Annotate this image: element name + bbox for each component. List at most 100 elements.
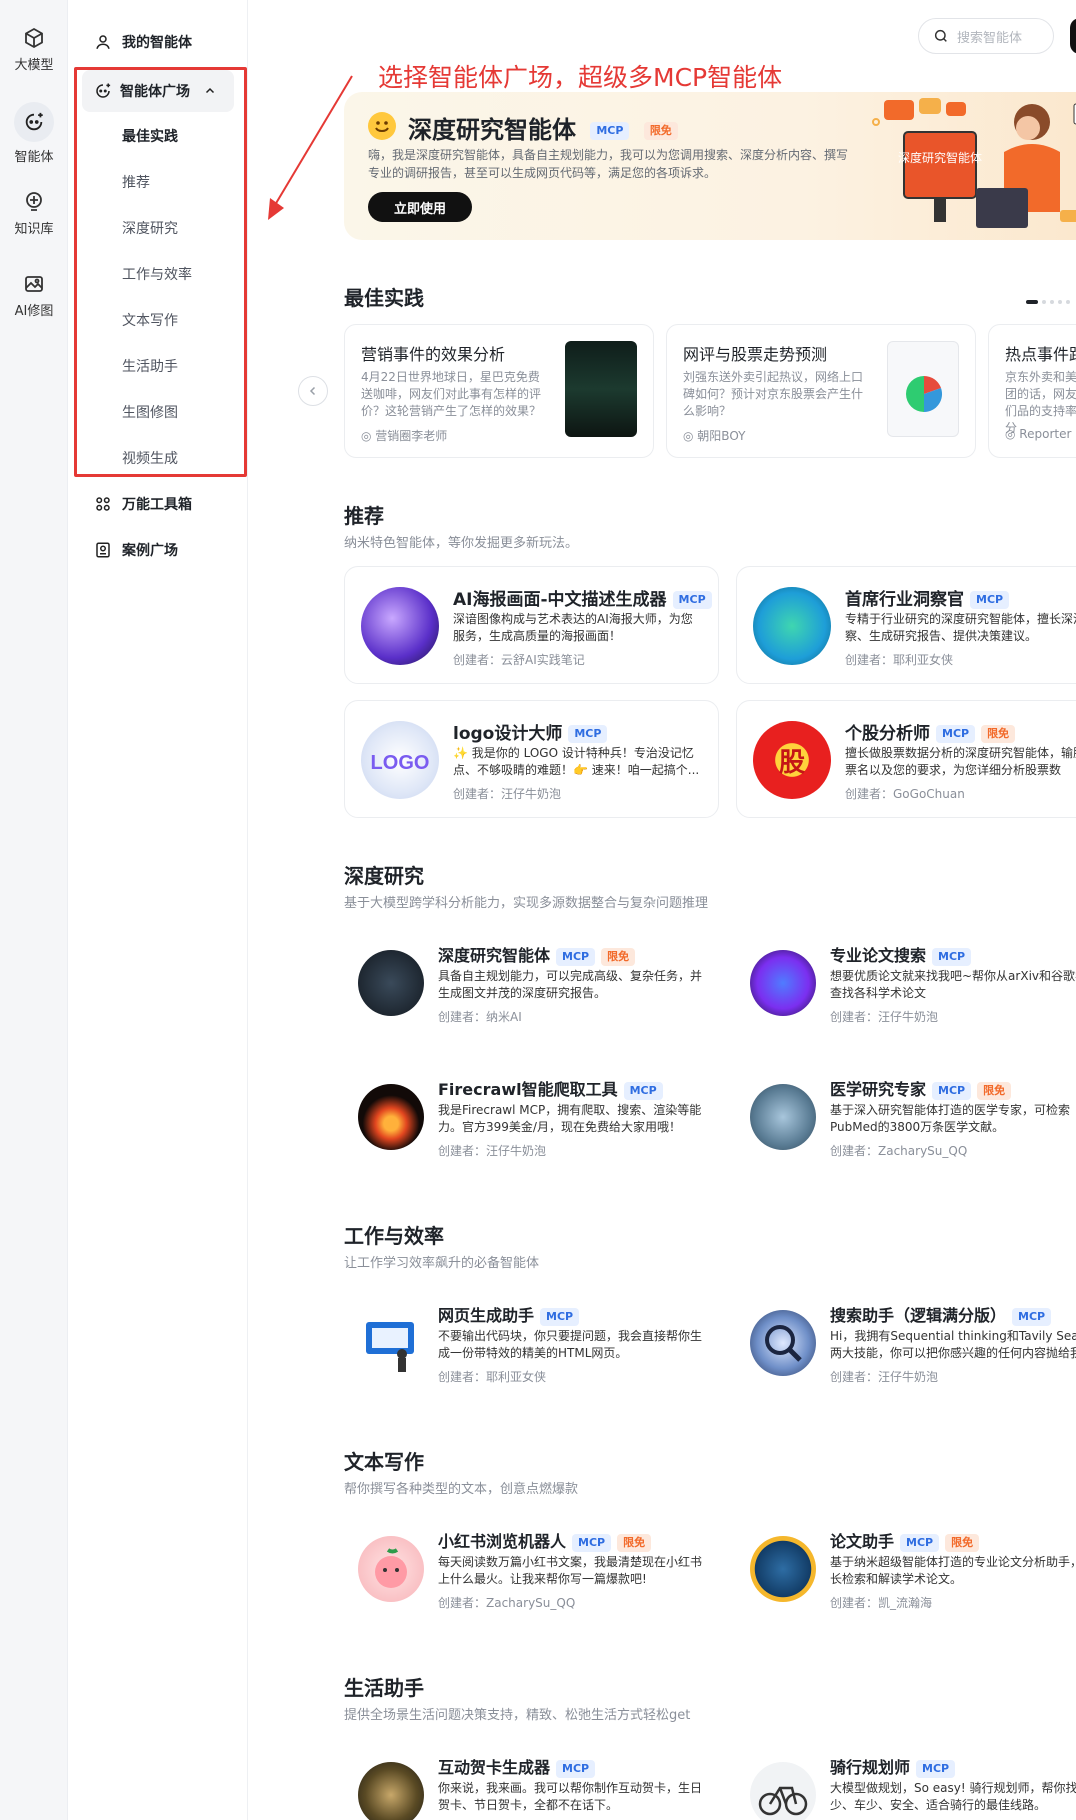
- card-author: 创建者：汪仔牛奶泡: [453, 787, 562, 801]
- card-title: 营销事件的效果分析: [361, 345, 506, 364]
- card-title: 首席行业洞察官 MCP: [845, 585, 1010, 610]
- card-description: 你来说，我来画。我可以帮你制作互动贺卡，生日贺卡、节日贺卡，全都不在话下。: [438, 1781, 703, 1812]
- sidebar-item-my-agents[interactable]: 我的智能体: [94, 32, 192, 52]
- presentation-icon: [366, 1322, 414, 1372]
- card-description: 基于纳米超级智能体打造的专业论文分析助手，擅长检索和解读学术论文。: [830, 1555, 1076, 1586]
- card-author-name: Reporter: [1019, 427, 1072, 441]
- best-practice-card[interactable]: 营销事件的效果分析 4月22日世界地球日，星巴克免费送咖啡，网友们对此事有怎样的…: [344, 324, 654, 458]
- search-icon: [934, 29, 947, 42]
- card-avatar: [358, 1310, 424, 1376]
- free-badge: 限免: [977, 1081, 1012, 1100]
- agent-card[interactable]: 互动贺卡生成器 MCP 你来说，我来画。我可以帮你制作互动贺卡，生日贺卡、节日贺卡…: [344, 1742, 719, 1820]
- card-description: 不要输出代码块，你只要提问题，我会直接帮你生成一份带特效的精美的HTML网页。: [438, 1329, 703, 1360]
- search-input[interactable]: 搜索智能体: [918, 18, 1054, 54]
- mcp-badge: MCP: [572, 1533, 612, 1552]
- agent-card[interactable]: 网页生成助手 MCP 不要输出代码块，你只要提问题，我会直接帮你生成一份带特效的精…: [344, 1290, 719, 1408]
- best-practice-card[interactable]: 网评与股票走势预测 刘强东送外卖引起热议，网络上口碑如何？预计对京东股票会产生什…: [666, 324, 976, 458]
- agent-card[interactable]: LOGO logo设计大师 MCP ✨ 我是你的 LOGO 设计特种兵！专治没记忆…: [344, 700, 719, 818]
- rail-item-agent[interactable]: 智能体: [0, 102, 68, 165]
- card-author: 创建者：耶利亚女侠: [438, 1370, 547, 1384]
- card-title-text: 论文助手: [830, 1532, 895, 1551]
- pie-chart-icon: [906, 375, 943, 413]
- bicycle-icon: [758, 1786, 808, 1816]
- section-title-best-practice: 最佳实践: [344, 286, 424, 310]
- card-title-text: 首席行业洞察官: [845, 590, 964, 610]
- mcp-badge: MCP: [590, 122, 630, 140]
- agent-card[interactable]: 医学研究专家 MCP 限免 基于深入研究智能体打造的医学专家，可检索PubMed的3…: [736, 1064, 1076, 1182]
- carousel-dots[interactable]: [1026, 300, 1070, 304]
- mcp-badge: MCP: [568, 725, 608, 743]
- section-title-deep-research: 深度研究: [344, 864, 424, 888]
- card-avatar: [750, 1762, 816, 1820]
- carousel-prev-button[interactable]: [298, 376, 328, 406]
- free-badge: 限免: [643, 122, 678, 140]
- card-title: 骑行规划师 MCP: [830, 1754, 956, 1778]
- mcp-badge: MCP: [932, 947, 972, 966]
- card-avatar: [358, 1536, 424, 1602]
- agent-card[interactable]: 搜索助手（逻辑满分版） MCP Hi，我拥有Sequential thinking…: [736, 1290, 1076, 1408]
- card-title-text: logo设计大师: [453, 724, 563, 744]
- rail-label: 智能体: [14, 150, 54, 165]
- card-avatar: [750, 1536, 816, 1602]
- card-description: 大模型做规划，So easy! 骑行规划师，帮你找少、车少、安全、适合骑行的最佳…: [830, 1781, 1076, 1812]
- card-avatar: [750, 950, 816, 1016]
- user-avatar-button[interactable]: [1070, 18, 1076, 54]
- section-title-recommend: 推荐: [344, 504, 384, 528]
- card-description: 具备自主规划能力，可以完成高级、复杂任务，并生成图文并茂的深度研究报告。: [438, 969, 703, 1000]
- rail-item-image-edit[interactable]: AI修图: [0, 272, 68, 319]
- card-avatar: [361, 587, 439, 665]
- rail-item-model[interactable]: 大模型: [0, 26, 68, 73]
- card-title-text: 个股分析师: [845, 724, 930, 744]
- agent-card[interactable]: 骑行规划师 MCP 大模型做规划，So easy! 骑行规划师，帮你找少、车少、安…: [736, 1742, 1076, 1820]
- card-thumbnail: [887, 341, 959, 437]
- card-title: Firecrawl智能爬取工具 MCP: [438, 1076, 663, 1100]
- sidebar-item-toolbox[interactable]: 万能工具箱: [94, 494, 192, 514]
- card-description: 擅长做股票数据分析的深度研究智能体，输股票名以及您的要求，为您详细分析股票数: [845, 746, 1076, 777]
- card-title: 论文助手 MCP 限免: [830, 1528, 980, 1552]
- agent-card[interactable]: 小红书浏览机器人 MCP 限免 每天阅读数万篇小红书文案，我最清楚现在小红书上什么最…: [344, 1516, 719, 1634]
- section-title-life: 生活助手: [344, 1676, 424, 1700]
- section-subtitle: 让工作学习效率飙升的必备智能体: [344, 1256, 540, 1271]
- sidebar-item-cases[interactable]: 案例广场: [94, 540, 178, 560]
- card-avatar: [750, 1084, 816, 1150]
- card-description: ✨ 我是你的 LOGO 设计特种兵！专治没记忆点、不够吸睛的难题！👉 速来！咱一…: [453, 746, 700, 777]
- agent-icon: [14, 102, 54, 142]
- mcp-badge: MCP: [932, 1081, 972, 1100]
- card-title: 深度研究智能体 MCP 限免: [438, 942, 636, 966]
- card-author: 创建者：凯_流瀚海: [830, 1596, 933, 1610]
- mcp-badge: MCP: [970, 591, 1010, 609]
- card-author: ◎ Reporter: [1005, 427, 1072, 441]
- agent-card[interactable]: Firecrawl智能爬取工具 MCP 我是Firecrawl MCP，拥有爬取、…: [344, 1064, 719, 1182]
- card-title-text: Firecrawl智能爬取工具: [438, 1080, 618, 1099]
- svg-text:股: 股: [779, 747, 805, 777]
- agent-card[interactable]: 股 个股分析师 MCP 限免 擅长做股票数据分析的深度研究智能体，输股票名以及您的要…: [736, 700, 1076, 818]
- agent-card[interactable]: 深度研究智能体 MCP 限免 具备自主规划能力，可以完成高级、复杂任务，并生成图文并…: [344, 930, 719, 1048]
- card-title: 网评与股票走势预测: [683, 345, 828, 364]
- card-title-text: 深度研究智能体: [438, 946, 551, 965]
- mcp-badge: MCP: [1012, 1307, 1052, 1326]
- card-author: 创建者：汪仔牛奶泡: [830, 1010, 939, 1024]
- best-practice-card[interactable]: 热点事件跟踪 京东外卖和美团的话，网友们品的支持率分 ◎ Reporter: [988, 324, 1076, 458]
- card-title: 互动贺卡生成器 MCP: [438, 1754, 596, 1778]
- card-avatar: [750, 1310, 816, 1376]
- hero-description: 嗨，我是深度研究智能体，具备自主规划能力，我可以为您调用搜索、深度分析内容、撰写…: [368, 148, 849, 180]
- card-description: 深谙图像构成与艺术表达的AI海报大师，为您服务，生成高质量的海报画面！: [453, 612, 693, 643]
- smile-icon: [368, 112, 396, 140]
- card-author: 创建者：GoGoChuan: [845, 787, 965, 801]
- agent-card[interactable]: 论文助手 MCP 限免 基于纳米超级智能体打造的专业论文分析助手，擅长检索和解读学术…: [736, 1516, 1076, 1634]
- knowledge-icon: [26, 192, 42, 211]
- card-title-text: 医学研究专家: [830, 1080, 927, 1099]
- section-subtitle: 帮你撰写各种类型的文本，创意点燃爆款: [344, 1482, 579, 1497]
- agent-card[interactable]: 专业论文搜索 MCP 想要优质论文就来找我吧~帮你从arXiv和谷歌学上查找各科学…: [736, 930, 1076, 1048]
- grid-icon: [96, 497, 110, 511]
- agent-card[interactable]: 首席行业洞察官 MCP 专精于行业研究的深度研究智能体，擅长深洞察、生成研究报告、…: [736, 566, 1076, 684]
- cube-icon: [25, 27, 43, 49]
- use-now-button[interactable]: 立即使用: [368, 192, 472, 222]
- rail-label: 大模型: [14, 58, 54, 73]
- card-title: AI海报画面-中文描述生成器 MCP: [453, 585, 712, 610]
- rail-item-knowledge[interactable]: 知识库: [0, 190, 68, 237]
- agent-card[interactable]: AI海报画面-中文描述生成器 MCP 深谙图像构成与艺术表达的AI海报大师，为您服…: [344, 566, 719, 684]
- card-title: 医学研究专家 MCP 限免: [830, 1076, 1012, 1100]
- card-title: 个股分析师 MCP 限免: [845, 719, 1016, 744]
- rail-label: AI修图: [14, 304, 54, 319]
